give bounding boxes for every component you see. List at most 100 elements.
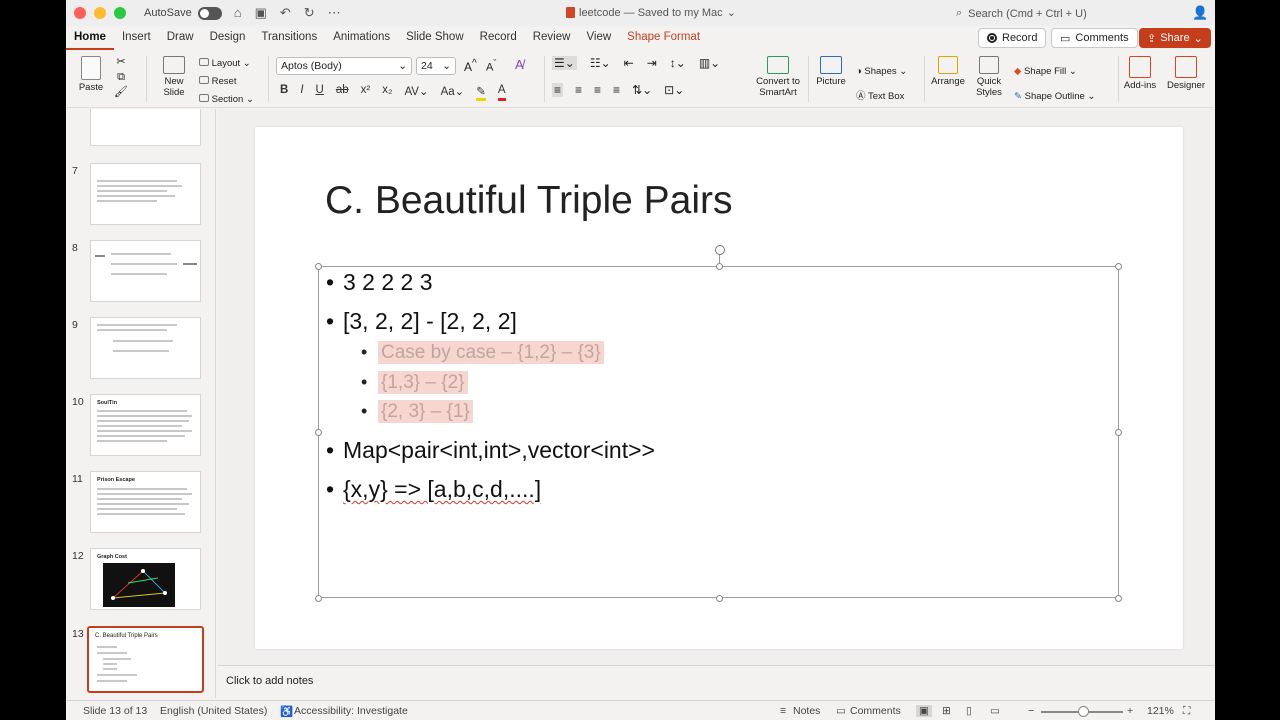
- shape-outline-button[interactable]: ✎ Shape Outline ⌄: [1014, 84, 1095, 109]
- font-name-select[interactable]: Aptos (Body) ⌄: [276, 57, 412, 75]
- slide-thumbnail-9[interactable]: [90, 317, 201, 379]
- grow-font-icon[interactable]: A^: [464, 58, 477, 74]
- designer-button[interactable]: Designer: [1166, 56, 1206, 91]
- decrease-indent-icon[interactable]: ⇤: [624, 56, 634, 70]
- slide-thumbnail-11[interactable]: Prison Escape: [90, 471, 201, 533]
- language-status[interactable]: English (United States): [160, 705, 267, 717]
- slide[interactable]: C. Beautiful Triple Pairs • 3 2 2 2 3 • [3…: [255, 127, 1183, 649]
- shapes-button[interactable]: ◑ Shapes ⌄: [856, 59, 907, 84]
- slide-thumbnail-7[interactable]: [90, 163, 201, 225]
- format-painter-icon[interactable]: 🖌: [114, 86, 128, 98]
- tab-record[interactable]: Record: [472, 26, 525, 50]
- align-text-icon[interactable]: ⊡⌄: [664, 83, 684, 97]
- slide-show-icon[interactable]: ▭: [990, 705, 1000, 717]
- comments-toggle[interactable]: Comments: [850, 705, 901, 717]
- columns-icon[interactable]: ▥⌄: [699, 56, 720, 70]
- picture-button[interactable]: Picture: [814, 56, 848, 87]
- superscript-icon[interactable]: x²: [361, 84, 371, 101]
- account-icon[interactable]: 👤: [1192, 5, 1208, 21]
- italic-icon[interactable]: I: [300, 84, 303, 101]
- tab-draw[interactable]: Draw: [159, 26, 202, 50]
- share-button[interactable]: ⇪ Share ⌄: [1139, 28, 1211, 48]
- tab-transitions[interactable]: Transitions: [253, 26, 325, 50]
- save-icon[interactable]: ▣: [255, 5, 267, 21]
- increase-indent-icon[interactable]: ⇥: [647, 56, 657, 70]
- zoom-level[interactable]: 121%: [1147, 705, 1174, 717]
- resize-handle[interactable]: [1115, 429, 1122, 436]
- zoom-out-icon[interactable]: −: [1028, 705, 1034, 717]
- underline-icon[interactable]: U: [316, 84, 324, 101]
- change-case-icon[interactable]: Aa⌄: [441, 84, 465, 101]
- paste-button[interactable]: Paste: [72, 56, 110, 93]
- strikethrough-icon[interactable]: ab: [336, 84, 349, 101]
- addins-button[interactable]: Add-ins: [1122, 56, 1158, 91]
- tab-design[interactable]: Design: [202, 26, 254, 50]
- quick-styles-button[interactable]: Quick Styles: [970, 56, 1008, 98]
- slide-thumbnail[interactable]: [90, 109, 201, 146]
- layout-button[interactable]: Layout ⌄: [199, 55, 254, 73]
- slide-thumbnail-10[interactable]: SoulTin: [90, 394, 201, 456]
- resize-handle[interactable]: [315, 595, 322, 602]
- slide-thumbnail-8[interactable]: [90, 240, 201, 302]
- tab-shape-format[interactable]: Shape Format: [619, 26, 708, 50]
- numbering-icon[interactable]: ☷⌄: [590, 56, 611, 70]
- new-slide-button[interactable]: New Slide: [154, 56, 194, 98]
- comments-button[interactable]: ▭ Comments: [1051, 28, 1138, 48]
- more-icon[interactable]: ⋯: [328, 5, 341, 21]
- resize-handle[interactable]: [716, 263, 723, 270]
- slide-sorter-icon[interactable]: ⊞: [942, 705, 951, 717]
- slide-editor[interactable]: C. Beautiful Triple Pairs • 3 2 2 2 3 • [3…: [218, 109, 1215, 665]
- clear-formatting-icon[interactable]: A̸: [515, 57, 524, 72]
- tab-view[interactable]: View: [578, 26, 619, 50]
- reading-view-icon[interactable]: ▯: [966, 705, 972, 717]
- accessibility-status[interactable]: Accessibility: Investigate: [294, 705, 408, 717]
- line-spacing-icon[interactable]: ↕⌄: [670, 56, 686, 70]
- home-icon[interactable]: ⌂: [234, 5, 242, 21]
- reset-button[interactable]: Reset: [199, 73, 254, 91]
- rotate-handle[interactable]: [715, 245, 725, 255]
- tab-insert[interactable]: Insert: [114, 26, 159, 50]
- fit-slide-icon[interactable]: ⛶: [1183, 705, 1190, 718]
- zoom-slider-thumb[interactable]: [1078, 706, 1089, 717]
- tab-slide-show[interactable]: Slide Show: [398, 26, 472, 50]
- section-button[interactable]: Section ⌄: [199, 91, 254, 109]
- align-right-icon[interactable]: ≡: [594, 83, 601, 97]
- undo-icon[interactable]: ↶: [280, 5, 291, 21]
- notes-toggle[interactable]: Notes: [793, 705, 820, 717]
- character-spacing-icon[interactable]: AV⌄: [404, 84, 428, 101]
- bullets-icon[interactable]: ☰⌄: [552, 56, 577, 70]
- tab-animations[interactable]: Animations: [325, 26, 398, 50]
- text-direction-icon[interactable]: ⇅⌄: [632, 83, 652, 97]
- content-textbox[interactable]: • 3 2 2 2 3 • [3, 2, 2] - [2, 2, 2] • Case …: [315, 245, 1122, 602]
- text-box-button[interactable]: Ⓐ Text Box: [856, 84, 907, 109]
- document-title[interactable]: leetcode — Saved to my Mac ⌄: [566, 6, 736, 19]
- convert-smartart-button[interactable]: Convert to SmartArt: [750, 56, 806, 98]
- record-button[interactable]: Record: [978, 28, 1047, 48]
- shrink-font-icon[interactable]: Aˇ: [486, 58, 496, 74]
- bold-icon[interactable]: B: [280, 84, 288, 101]
- justify-icon[interactable]: ≡: [613, 83, 620, 97]
- normal-view-icon[interactable]: ▣: [916, 705, 932, 717]
- highlighter-icon[interactable]: ✎: [476, 84, 486, 101]
- autosave-toggle[interactable]: [197, 6, 222, 20]
- close-window-button[interactable]: [74, 7, 86, 19]
- slide-title[interactable]: C. Beautiful Triple Pairs: [325, 179, 733, 223]
- cut-icon[interactable]: ✂: [116, 56, 125, 68]
- slide-thumbnail-12[interactable]: Graph Cost: [90, 548, 201, 610]
- tab-review[interactable]: Review: [525, 26, 579, 50]
- search-box[interactable]: ⌕ Search (Cmd + Ctrl + U): [956, 5, 1186, 22]
- resize-handle[interactable]: [716, 595, 723, 602]
- font-size-select[interactable]: 24 ⌄: [416, 57, 456, 75]
- shape-fill-button[interactable]: ◆ Shape Fill ⌄: [1014, 59, 1095, 84]
- minimize-window-button[interactable]: [94, 7, 106, 19]
- slide-thumbnail-13[interactable]: C. Beautiful Triple Pairs: [87, 626, 204, 693]
- redo-icon[interactable]: ↻: [304, 5, 315, 21]
- notes-pane[interactable]: Click to add notes: [218, 665, 1215, 698]
- arrange-button[interactable]: Arrange: [930, 56, 966, 87]
- zoom-in-icon[interactable]: +: [1127, 705, 1133, 717]
- subscript-icon[interactable]: x₂: [382, 84, 392, 101]
- resize-handle[interactable]: [315, 429, 322, 436]
- align-center-icon[interactable]: ≡: [575, 83, 582, 97]
- copy-icon[interactable]: ⧉: [117, 71, 125, 83]
- align-left-icon[interactable]: ≡: [552, 83, 564, 97]
